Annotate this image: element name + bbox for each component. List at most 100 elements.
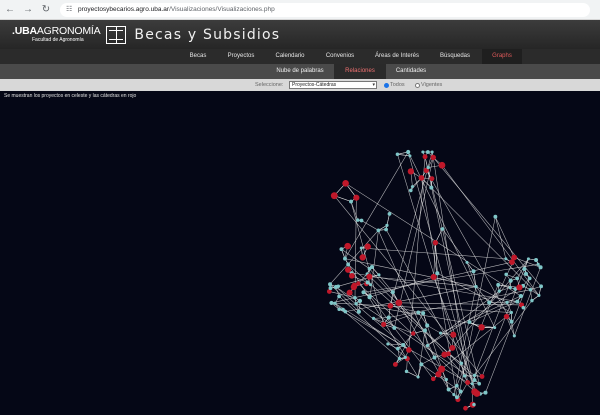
radio-dot-vigentes[interactable]	[415, 82, 420, 88]
nav-item-graphs[interactable]: Graphs	[482, 49, 522, 64]
project-node[interactable]	[387, 211, 392, 216]
project-node[interactable]	[401, 342, 406, 347]
back-icon[interactable]: ←	[2, 2, 18, 18]
project-node[interactable]	[526, 257, 530, 261]
project-node[interactable]	[359, 218, 364, 223]
chair-node[interactable]	[359, 254, 366, 261]
chair-node[interactable]	[345, 266, 352, 273]
project-node[interactable]	[472, 378, 477, 383]
project-node[interactable]	[432, 355, 437, 360]
project-node[interactable]	[459, 361, 464, 366]
project-node[interactable]	[515, 276, 520, 281]
project-node[interactable]	[537, 293, 541, 297]
project-node[interactable]	[337, 307, 341, 312]
chair-node[interactable]	[430, 376, 436, 382]
project-node[interactable]	[472, 402, 476, 407]
project-node[interactable]	[422, 328, 427, 333]
project-node[interactable]	[483, 390, 488, 395]
project-node[interactable]	[429, 185, 434, 190]
project-node[interactable]	[333, 301, 337, 305]
chair-node[interactable]	[503, 313, 510, 320]
project-node[interactable]	[337, 294, 341, 299]
nav-item-becas[interactable]: Becas	[182, 49, 214, 64]
chair-node[interactable]	[479, 374, 485, 379]
project-node[interactable]	[421, 311, 426, 316]
chair-node[interactable]	[438, 365, 446, 373]
project-node[interactable]	[419, 362, 424, 367]
project-node[interactable]	[455, 395, 459, 400]
site-settings-icon[interactable]: ☷	[66, 6, 74, 14]
project-node[interactable]	[440, 227, 445, 231]
project-node[interactable]	[467, 320, 472, 324]
chair-node[interactable]	[346, 289, 353, 296]
project-node[interactable]	[521, 305, 526, 310]
project-node[interactable]	[504, 257, 508, 261]
project-node[interactable]	[328, 286, 333, 291]
project-node[interactable]	[439, 331, 443, 335]
project-node[interactable]	[497, 289, 501, 293]
chair-node[interactable]	[350, 283, 358, 291]
relation-type-select[interactable]: Proyectos-Cátedras ▾	[289, 81, 377, 89]
project-node[interactable]	[527, 276, 532, 281]
project-node[interactable]	[519, 294, 524, 298]
chair-node[interactable]	[407, 168, 415, 175]
chair-node[interactable]	[449, 344, 456, 351]
radio-todos[interactable]: Todos	[384, 82, 405, 88]
nav-item-proyectos[interactable]: Proyectos	[220, 49, 262, 64]
chair-node[interactable]	[465, 379, 471, 385]
project-node[interactable]	[359, 246, 363, 250]
chair-node[interactable]	[330, 192, 338, 200]
project-node[interactable]	[462, 374, 467, 378]
forward-icon[interactable]: →	[20, 2, 36, 18]
chair-node[interactable]	[348, 272, 355, 279]
project-node[interactable]	[408, 154, 412, 158]
project-node[interactable]	[425, 343, 430, 348]
chair-node[interactable]	[411, 331, 416, 336]
project-node[interactable]	[328, 282, 333, 287]
project-node[interactable]	[395, 152, 400, 157]
chair-node[interactable]	[342, 179, 349, 187]
project-node[interactable]	[356, 218, 360, 222]
project-node[interactable]	[426, 165, 430, 170]
project-node[interactable]	[346, 262, 351, 267]
project-node[interactable]	[361, 290, 366, 295]
nav-item-convenios[interactable]: Convenios	[318, 49, 362, 64]
radio-dot-todos[interactable]	[384, 82, 389, 88]
project-node[interactable]	[357, 298, 363, 303]
project-node[interactable]	[367, 266, 372, 271]
project-node[interactable]	[406, 149, 411, 155]
project-node[interactable]	[397, 356, 402, 361]
chair-node[interactable]	[478, 324, 485, 331]
project-node[interactable]	[368, 283, 373, 287]
project-node[interactable]	[523, 271, 529, 276]
project-node[interactable]	[536, 262, 540, 266]
tab-relaciones[interactable]: Relaciones	[334, 64, 386, 79]
project-node[interactable]	[472, 374, 477, 378]
nav-item-areas[interactable]: Áreas de Interés	[368, 49, 426, 64]
chair-node[interactable]	[511, 254, 518, 261]
project-node[interactable]	[509, 310, 513, 315]
chair-node[interactable]	[430, 273, 437, 281]
project-node[interactable]	[493, 326, 497, 330]
project-node[interactable]	[410, 185, 414, 189]
chair-node[interactable]	[353, 194, 360, 201]
chair-node[interactable]	[381, 321, 387, 328]
tab-cantidades[interactable]: Cantidades	[388, 64, 434, 79]
chair-node[interactable]	[364, 243, 371, 250]
nav-item-calendario[interactable]: Calendario	[268, 49, 312, 64]
chair-node[interactable]	[463, 405, 468, 411]
chair-node[interactable]	[406, 347, 412, 353]
nav-item-busquedas[interactable]: Búsquedas	[432, 49, 478, 64]
project-node[interactable]	[508, 278, 513, 283]
project-node[interactable]	[508, 286, 512, 290]
chair-node[interactable]	[366, 273, 373, 280]
address-bar[interactable]: ☷ proyectosybecarios.agro.uba.ar /Visual…	[60, 2, 590, 17]
project-node[interactable]	[356, 309, 361, 314]
project-node[interactable]	[396, 346, 400, 351]
project-node[interactable]	[392, 325, 397, 330]
chair-node[interactable]	[395, 299, 403, 307]
project-node[interactable]	[452, 393, 456, 397]
project-node[interactable]	[444, 377, 448, 382]
uba-agronomia-logo[interactable]: .UBAAGRONOMÍA Facultad de Agronomía	[12, 26, 101, 43]
project-node[interactable]	[534, 257, 539, 262]
